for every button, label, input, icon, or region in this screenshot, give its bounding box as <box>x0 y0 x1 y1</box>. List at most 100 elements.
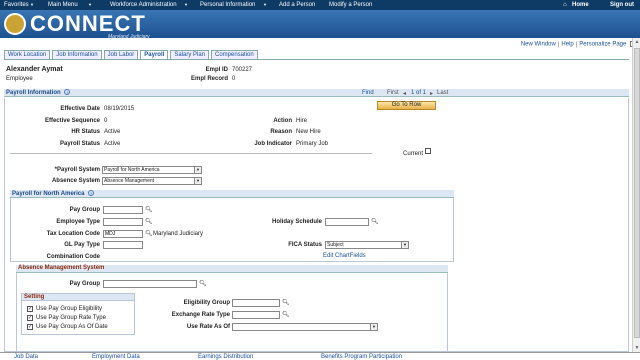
employee-type-label: Employee Type <box>56 219 100 225</box>
job-data-link[interactable]: Job Data <box>14 354 38 360</box>
use-pay-group-eligibility-label: Use Pay Group Eligibility <box>36 306 103 312</box>
setting-header: Setting <box>21 293 135 301</box>
scroll-thumb[interactable] <box>634 48 640 338</box>
brand-subtitle: Maryland Judiciary <box>108 34 150 40</box>
chevron-down-icon: ▼ <box>194 167 201 173</box>
chevron-down-icon: ▼ <box>401 242 408 248</box>
search-icon[interactable]: 🔍︎ <box>145 206 153 213</box>
search-icon[interactable]: 🔍︎ <box>145 230 153 237</box>
personalize-page-link[interactable]: Personalize Page <box>579 42 626 48</box>
sign-out-link[interactable]: Sign out <box>610 2 634 8</box>
benefits-program-participation-link[interactable]: Benefits Program Participation <box>321 354 402 360</box>
empl-record-value: 0 <box>232 76 236 82</box>
nav-main-menu[interactable]: Main Menu <box>48 2 78 8</box>
eligibility-group-label: Eligibility Group <box>183 300 230 306</box>
chevron-down-icon[interactable]: ▼ <box>263 2 267 7</box>
fica-status-select[interactable]: Subject ▼ <box>325 241 409 249</box>
payroll-system-value: Payroll for North America <box>104 167 160 173</box>
prev-arrow-icon[interactable]: ◂ <box>403 90 406 97</box>
effective-date-value: 08/19/2015 <box>104 106 135 112</box>
edit-chartfields-link[interactable]: Edit ChartFields <box>323 253 366 259</box>
earnings-distribution-link[interactable]: Earnings Distribution <box>198 354 253 360</box>
search-icon[interactable]: 🔍︎ <box>145 218 153 225</box>
home-icon[interactable]: ⌂ <box>563 2 567 8</box>
ams-pay-group-label: Pay Group <box>69 281 100 287</box>
absence-system-value: Absence Management <box>104 178 155 184</box>
chevron-down-icon[interactable]: ▼ <box>30 2 34 7</box>
pay-group-input[interactable] <box>103 206 143 214</box>
holiday-schedule-input[interactable] <box>325 218 369 226</box>
employee-type-input[interactable] <box>103 218 143 226</box>
use-pay-group-as-of-date-checkbox[interactable]: ✓ <box>27 324 33 330</box>
nav-personal-information[interactable]: Personal Information <box>200 2 255 8</box>
use-pay-group-rate-type-checkbox[interactable]: ✓ <box>27 315 33 321</box>
payroll-information-header: Payroll Information ? <box>4 89 629 97</box>
eligibility-group-input[interactable] <box>232 299 280 307</box>
row-count: 1 of 1 <box>411 90 427 96</box>
combination-code-label: Combination Code <box>46 254 100 260</box>
tax-location-description: Maryland Judiciary <box>153 231 204 237</box>
search-icon[interactable]: 🔍︎ <box>371 218 379 225</box>
nav-add-a-person[interactable]: Add a Person <box>279 2 315 8</box>
top-nav-bar: Favorites Main Menu Workforce Administra… <box>0 0 640 10</box>
help-link[interactable]: Help <box>561 42 573 48</box>
nav-modify-a-person[interactable]: Modify a Person <box>329 2 372 8</box>
exchange-rate-type-input[interactable] <box>232 311 280 319</box>
absence-system-label: Absence System <box>51 178 100 184</box>
fica-status-value: Subject <box>327 242 344 248</box>
first-link[interactable]: First <box>387 90 399 96</box>
tab-divider <box>4 59 629 60</box>
tax-location-code-input[interactable] <box>103 230 143 238</box>
current-label: Current <box>403 151 424 157</box>
chevron-down-icon: ▼ <box>194 178 201 184</box>
maryland-judiciary-seal-icon <box>4 13 26 35</box>
new-window-link[interactable]: New Window <box>521 42 556 48</box>
reason-label: Reason <box>270 129 292 135</box>
help-icon[interactable]: ? <box>88 190 95 196</box>
use-rate-as-of-select[interactable]: ▼ <box>232 323 378 331</box>
help-icon[interactable]: ? <box>64 89 71 95</box>
current-checkbox <box>425 148 431 154</box>
effective-sequence-value: 0 <box>104 118 108 124</box>
last-link[interactable]: Last <box>437 90 448 96</box>
nav-home[interactable]: Home <box>572 2 589 8</box>
next-arrow-icon[interactable]: ▸ <box>430 90 433 97</box>
employment-data-link[interactable]: Employment Data <box>92 354 140 360</box>
payroll-status-label: Payroll Status <box>59 141 100 147</box>
section-title: Payroll for North America <box>12 191 85 197</box>
payroll-system-select[interactable]: Payroll for North America ▼ <box>102 166 202 174</box>
ams-pay-group-input[interactable] <box>103 280 197 288</box>
find-link[interactable]: Find <box>362 90 374 96</box>
divider <box>10 153 372 154</box>
nav-workforce-administration[interactable]: Workforce Administration <box>110 2 177 8</box>
hr-status-label: HR Status <box>71 129 100 135</box>
effective-date-label: Effective Date <box>60 106 100 112</box>
chevron-down-icon[interactable]: ▼ <box>184 2 188 7</box>
tax-location-code-label: Tax Location Code <box>46 231 100 237</box>
use-pay-group-rate-type-label: Use Pay Group Rate Type <box>36 315 106 321</box>
job-indicator-label: Job Indicator <box>254 141 292 147</box>
link-separator: | <box>575 41 578 48</box>
action-value: Hire <box>296 118 308 124</box>
reason-value: New Hire <box>296 129 321 135</box>
page-links: New Window | Help | Personalize Page <box>521 41 636 48</box>
nav-favorites[interactable]: Favorites <box>4 2 29 8</box>
chevron-down-icon[interactable]: ▼ <box>88 2 92 7</box>
bottom-links-bar: Job Data Employment Data Earnings Distri… <box>0 352 640 360</box>
vertical-scrollbar[interactable]: ▲ ▼ <box>632 38 640 352</box>
gl-pay-type-input[interactable] <box>103 241 143 249</box>
use-pay-group-eligibility-checkbox[interactable]: ✓ <box>27 306 33 312</box>
section-title: Absence Management System <box>18 265 105 271</box>
search-icon[interactable]: 🔍︎ <box>282 311 290 318</box>
search-icon[interactable]: 🔍︎ <box>282 299 290 306</box>
absence-system-select[interactable]: Absence Management ▼ <box>102 177 202 185</box>
empl-id-value: 700227 <box>232 67 253 73</box>
scroll-down-icon[interactable]: ▼ <box>634 345 640 351</box>
search-icon[interactable]: 🔍︎ <box>199 280 207 287</box>
go-to-row-button[interactable]: Go To Row <box>377 101 436 110</box>
scroll-up-icon[interactable]: ▲ <box>634 39 640 45</box>
action-label: Action <box>273 118 292 124</box>
chevron-down-icon: ▼ <box>370 324 377 330</box>
employee-type: Employee <box>6 76 33 82</box>
job-indicator-value: Primary Job <box>296 141 329 147</box>
